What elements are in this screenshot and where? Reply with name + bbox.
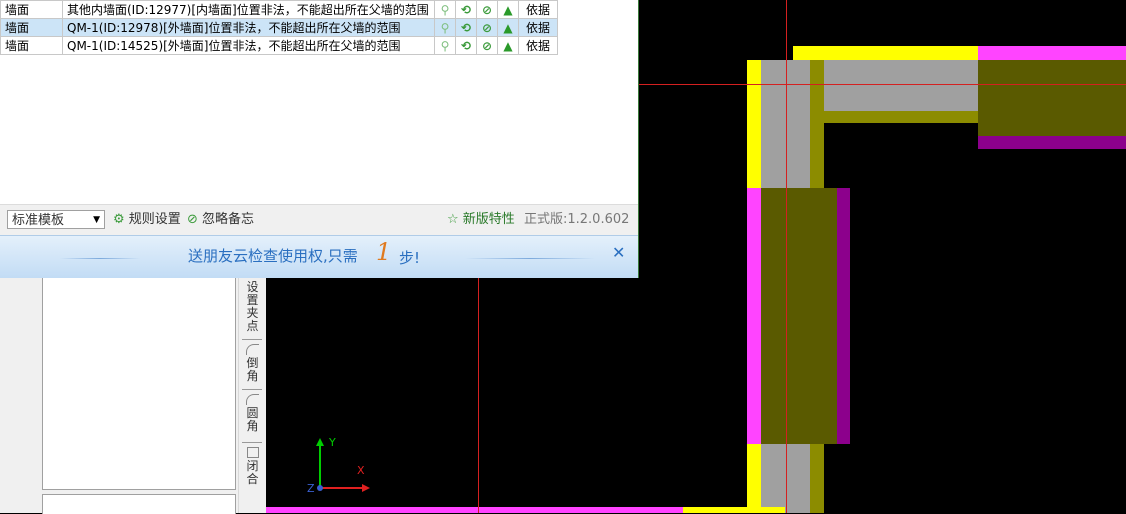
chamfer-button[interactable]: 倒角	[239, 344, 266, 383]
basis-link[interactable]: 依据	[518, 36, 558, 55]
chamfer-label: 倒角	[246, 356, 259, 383]
chamfer-icon	[246, 344, 259, 355]
ignore-memo-button[interactable]: ⊘ 忽略备忘	[187, 211, 254, 229]
thumbs-up-icon: ▲	[503, 20, 513, 35]
ignore-icon: ⊘	[481, 20, 493, 35]
basis-link[interactable]: 依据	[518, 0, 558, 19]
close-polyline-icon	[246, 447, 259, 458]
crosshair-vertical	[786, 0, 787, 513]
crosshair-horizontal	[638, 84, 1126, 85]
wall-bottom-yellow	[683, 507, 785, 513]
banner-decor-line	[465, 258, 595, 259]
wall-top-grey	[810, 60, 978, 111]
bulb-icon: ⚲	[440, 20, 450, 35]
wall-top-yellow-edge	[793, 46, 978, 60]
wall-left-yellow-top	[747, 60, 761, 188]
ignore-cell[interactable]: ⊘	[476, 36, 498, 55]
wall-vertical-olive	[810, 60, 824, 188]
refresh-icon: ⟲	[460, 38, 472, 53]
wall-top-olive-lower	[810, 111, 978, 123]
wall-left-magenta	[747, 188, 761, 444]
fillet-label: 圆角	[246, 406, 259, 433]
issue-message-cell: QM-1(ID:12978)[外墙面]位置非法，不能超出所在父墙的范围	[62, 18, 435, 37]
set-grip-button[interactable]: 设置夹点	[239, 281, 266, 333]
wall-bottom-magenta	[265, 507, 683, 513]
wall-top-dark-olive	[978, 60, 1126, 136]
thumbs-up-icon: ▲	[503, 38, 513, 53]
wall-vertical-dark-olive	[761, 188, 837, 444]
table-row[interactable]: 墙面 QM-1(ID:12978)[外墙面]位置非法，不能超出所在父墙的范围 ⚲ ⟲ ⊘…	[0, 18, 558, 37]
issue-message-cell: QM-1(ID:14525)[外墙面]位置非法，不能超出所在父墙的范围	[62, 36, 435, 55]
basis-link[interactable]: 依据	[518, 18, 558, 37]
wall-vertical-olive-bottom	[810, 444, 824, 513]
thumbs-up-cell[interactable]: ▲	[497, 36, 519, 55]
toolbar-separator	[242, 442, 262, 443]
thumbs-up-icon: ▲	[503, 2, 513, 17]
banner-suffix: 步!	[399, 249, 421, 267]
refresh-cell[interactable]: ⟲	[455, 36, 477, 55]
vertical-toolbar: 设置夹点 倒角 圆角 闭合	[238, 277, 266, 513]
wall-vertical-purple	[837, 188, 850, 444]
close-polyline-label: 闭合	[246, 459, 259, 486]
issue-type-cell: 墙面	[0, 18, 63, 37]
issue-type-cell: 墙面	[0, 36, 63, 55]
new-features-button[interactable]: ☆ 新版特性	[447, 211, 515, 229]
bulb-cell[interactable]: ⚲	[434, 18, 456, 37]
refresh-cell[interactable]: ⟲	[455, 18, 477, 37]
check-results-dialog: 墙面 其他内墙面(ID:12977)[内墙面]位置非法，不能超出所在父墙的范围 ⚲ ⟲…	[0, 0, 639, 278]
bulb-cell[interactable]: ⚲	[434, 0, 456, 19]
template-select-value: 标准模板	[12, 213, 65, 228]
axis-y-label: Y	[329, 436, 336, 449]
star-icon: ☆	[447, 212, 459, 227]
chevron-down-icon: ▼	[93, 215, 100, 225]
rule-settings-button[interactable]: ⚙ 规则设置	[113, 211, 181, 229]
wall-top-purple	[978, 136, 1126, 149]
fillet-icon	[246, 394, 259, 405]
banner-text: 送朋友云检查使用权,只需	[188, 247, 358, 265]
promo-banner[interactable]: 送朋友云检查使用权,只需 1 步! ✕	[0, 235, 638, 278]
dialog-statusbar: 标准模板 ▼ ⚙ 规则设置 ⊘ 忽略备忘 ☆ 新版特性 正式版:1.2.0.60…	[0, 204, 638, 235]
toolbar-separator	[242, 389, 262, 390]
ignore-cell[interactable]: ⊘	[476, 18, 498, 37]
close-polyline-button[interactable]: 闭合	[239, 447, 266, 486]
thumbs-up-cell[interactable]: ▲	[497, 0, 519, 19]
template-select[interactable]: 标准模板 ▼	[7, 210, 105, 229]
table-row[interactable]: 墙面 其他内墙面(ID:12977)[内墙面]位置非法，不能超出所在父墙的范围 ⚲ ⟲…	[0, 0, 558, 19]
rule-settings-label: 规则设置	[128, 212, 181, 227]
issue-message-cell: 其他内墙面(ID:12977)[内墙面]位置非法，不能超出所在父墙的范围	[62, 0, 435, 19]
issue-type-cell: 墙面	[0, 0, 63, 19]
table-row[interactable]: 墙面 QM-1(ID:14525)[外墙面]位置非法，不能超出所在父墙的范围 ⚲ ⟲ ⊘…	[0, 36, 558, 55]
properties-list[interactable]	[42, 277, 236, 490]
ignore-memo-label: 忽略备忘	[202, 212, 255, 227]
properties-list-footer[interactable]	[42, 494, 236, 514]
new-features-label: 新版特性	[462, 212, 515, 227]
banner-number: 1	[376, 238, 392, 266]
bulb-cell[interactable]: ⚲	[434, 36, 456, 55]
ignore-cell[interactable]: ⊘	[476, 0, 498, 19]
gear-icon: ⚙	[113, 212, 125, 227]
close-icon[interactable]: ✕	[612, 245, 625, 261]
wall-top-magenta-edge	[978, 46, 1126, 60]
refresh-icon: ⟲	[460, 2, 472, 17]
bulb-icon: ⚲	[440, 38, 450, 53]
thumbs-up-cell[interactable]: ▲	[497, 18, 519, 37]
ignore-icon: ⊘	[481, 2, 493, 17]
ignore-icon: ⊘	[187, 212, 198, 227]
guide-line-vertical	[478, 277, 479, 513]
issues-table: 墙面 其他内墙面(ID:12977)[内墙面]位置非法，不能超出所在父墙的范围 ⚲ ⟲…	[0, 0, 558, 55]
axis-x-label: X	[357, 464, 365, 477]
banner-decor-line	[60, 258, 140, 259]
axis-z-label: Z	[307, 482, 315, 495]
ignore-icon: ⊘	[481, 38, 493, 53]
bulb-icon: ⚲	[440, 2, 450, 17]
wall-left-yellow-bottom	[747, 444, 761, 513]
refresh-cell[interactable]: ⟲	[455, 0, 477, 19]
set-grip-label: 设置夹点	[246, 280, 259, 333]
fillet-button[interactable]: 圆角	[239, 394, 266, 433]
version-label: 正式版:1.2.0.602	[524, 212, 630, 227]
refresh-icon: ⟲	[460, 20, 472, 35]
toolbar-separator	[242, 339, 262, 340]
